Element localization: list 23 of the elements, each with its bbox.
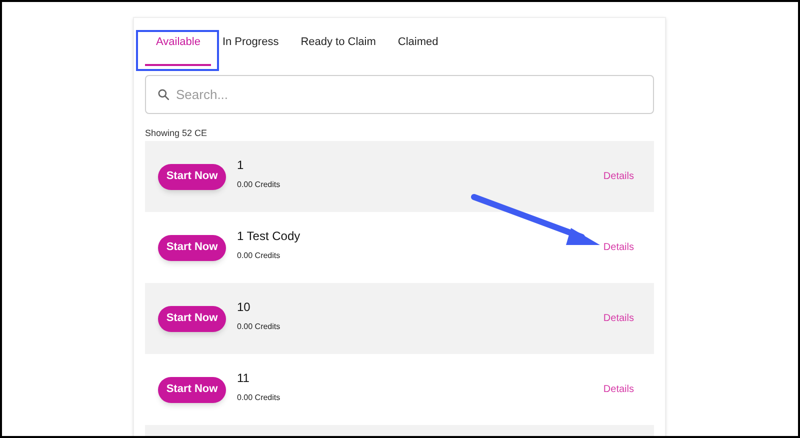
start-button[interactable]: Start Now: [158, 376, 226, 402]
credits-label: 0.00 Credits: [237, 179, 282, 191]
details-link[interactable]: Details: [603, 169, 634, 184]
credits-label: 0.00 Credits: [237, 321, 282, 333]
course-title: 10: [237, 299, 252, 316]
result-count: Showing 52 CE: [145, 127, 208, 140]
course-title: 11: [237, 370, 250, 387]
start-button[interactable]: Start Now: [158, 234, 226, 260]
search-field[interactable]: Search...: [145, 75, 654, 114]
course-title: 1: [237, 157, 245, 174]
tab[interactable]: Available: [145, 21, 212, 66]
start-button[interactable]: Start Now: [158, 306, 226, 332]
credits-label: 0.00 Credits: [237, 392, 282, 404]
details-link[interactable]: Details: [603, 311, 634, 326]
details-link[interactable]: Details: [603, 382, 634, 397]
tab[interactable]: In Progress: [211, 21, 290, 66]
course-title: 1 Test Cody: [237, 228, 302, 245]
tab[interactable]: Claimed: [386, 21, 450, 66]
search-icon: [157, 88, 170, 101]
details-link[interactable]: Details: [603, 240, 634, 255]
credits-label: 0.00 Credits: [237, 250, 282, 262]
start-button[interactable]: Start Now: [158, 164, 226, 190]
tab[interactable]: Ready to Claim: [290, 21, 387, 66]
